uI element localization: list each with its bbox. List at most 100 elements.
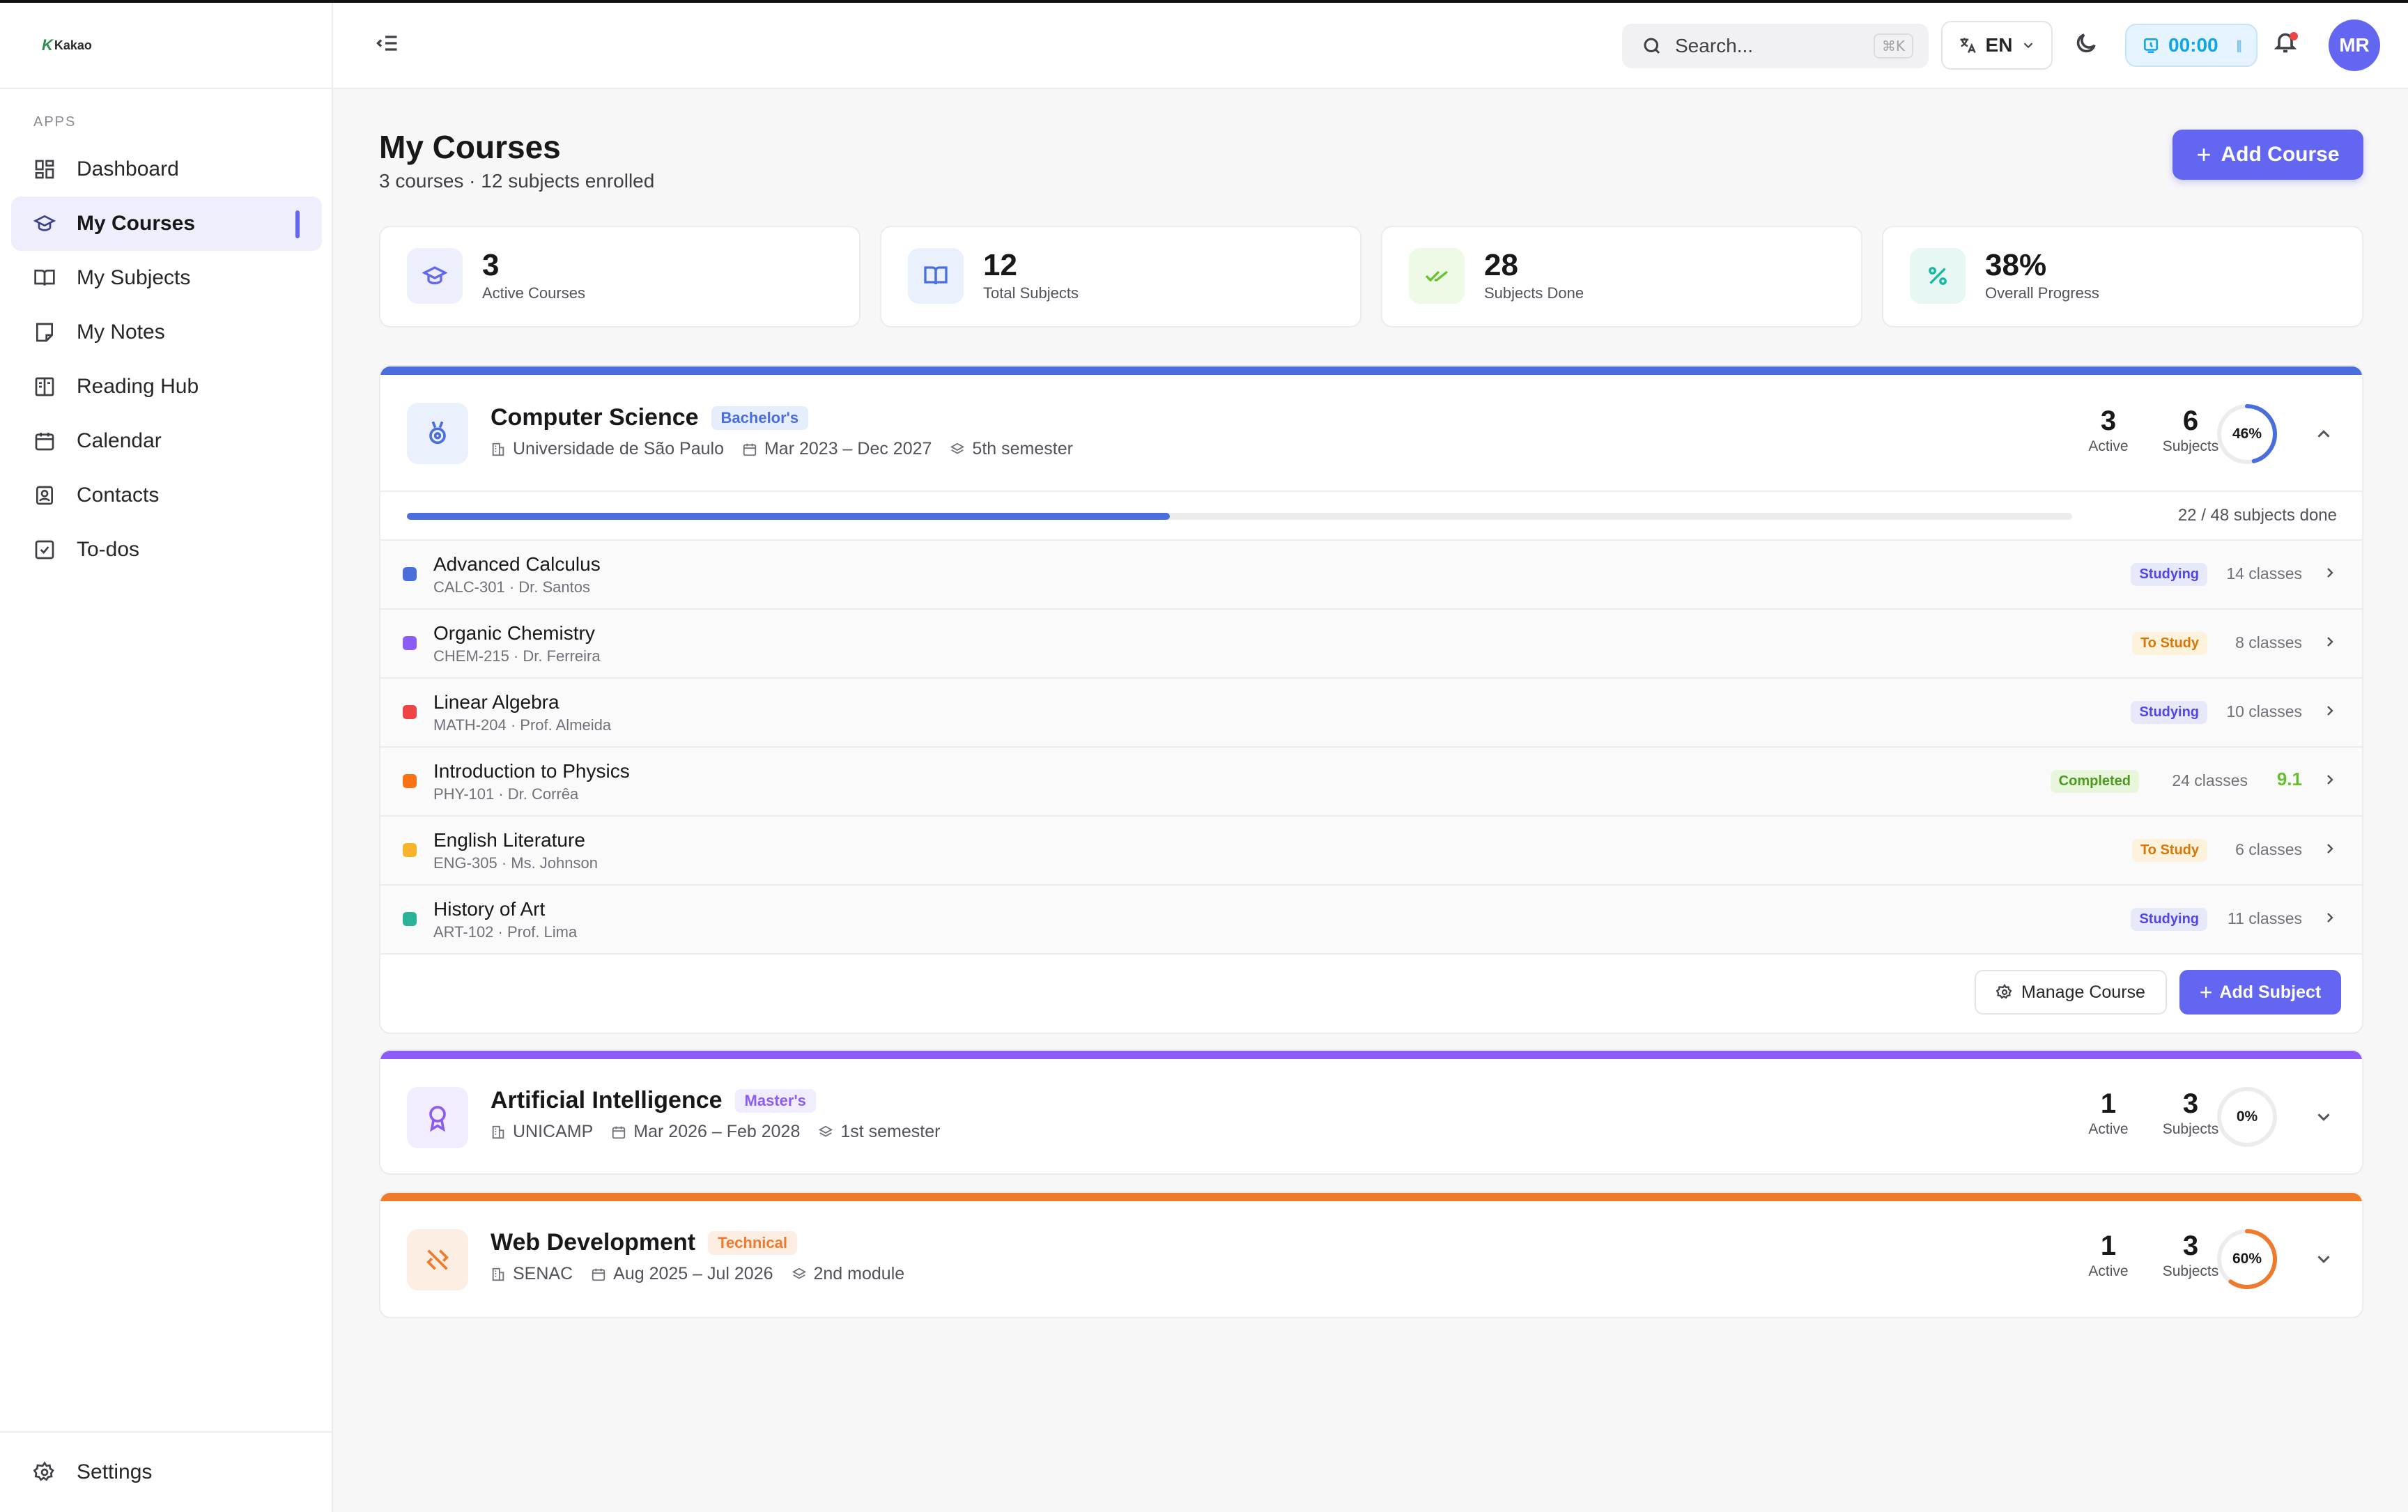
sidebar-item-my-notes[interactable]: My Notes xyxy=(11,305,322,360)
contact-book-icon xyxy=(36,486,53,505)
subjects-done-text: 22 / 48 subjects done xyxy=(2177,506,2337,525)
notifications-button[interactable] xyxy=(2273,29,2303,60)
subject-classes: 11 classes xyxy=(2228,909,2302,927)
sidebar-nav: Dashboard My Courses My Subjects My Note… xyxy=(11,142,322,577)
period-text: Mar 2023 – Dec 2027 xyxy=(764,439,932,458)
page-title: My Courses xyxy=(379,129,561,165)
progress-percent: 46% xyxy=(2232,426,2262,442)
meta-institution: UNICAMP xyxy=(491,1122,593,1142)
sidebar-item-my-courses[interactable]: My Courses xyxy=(11,196,322,251)
building-icon xyxy=(492,1267,504,1281)
stat-value: 3 xyxy=(482,248,500,282)
study-timer[interactable]: 00:00 || xyxy=(2125,24,2258,67)
sidebar-item-to-dos[interactable]: To-dos xyxy=(11,523,322,577)
add-course-button[interactable]: + Add Course xyxy=(2172,130,2363,180)
percent-icon xyxy=(1929,267,1947,285)
course-name[interactable]: Artificial Intelligence xyxy=(491,1087,723,1114)
course-meta: UNICAMP Mar 2026 – Feb 2028 1st semester xyxy=(491,1122,940,1142)
add-subject-button[interactable]: + Add Subject xyxy=(2179,970,2341,1015)
manage-course-label: Manage Course xyxy=(2021,982,2145,1002)
sidebar-item-label: My Notes xyxy=(77,321,165,344)
logo-area: K Kakao xyxy=(0,3,332,89)
subject-row[interactable]: Linear Algebra MATH-204 · Prof. Almeida St… xyxy=(380,677,2362,746)
chevron-down-icon xyxy=(2024,43,2033,49)
subject-row[interactable]: Advanced Calculus CALC-301 · Dr. Santos St… xyxy=(380,539,2362,608)
sticky-note-icon xyxy=(36,323,53,342)
app-logo[interactable]: K Kakao xyxy=(42,36,92,54)
sidebar-item-contacts[interactable]: Contacts xyxy=(11,468,322,523)
meta-term: 1st semester xyxy=(818,1122,940,1142)
subject-code: PHY-101 · Dr. Corrêa xyxy=(433,785,579,803)
meta-period: Mar 2026 – Feb 2028 xyxy=(611,1122,800,1142)
subject-color-dot xyxy=(403,636,417,650)
term-text: 2nd module xyxy=(813,1264,905,1283)
collapse-sidebar-icon xyxy=(376,36,397,51)
subject-name: Linear Algebra xyxy=(433,691,559,713)
subject-row[interactable]: History of Art ART-102 · Prof. Lima Studyi… xyxy=(380,884,2362,953)
active-label: Active xyxy=(2088,1263,2129,1279)
meta-term: 5th semester xyxy=(950,439,1073,459)
stat-icon-wrap xyxy=(1409,248,1465,304)
subject-row[interactable]: English Literature ENG-305 · Ms. Johnson T… xyxy=(380,815,2362,884)
sidebar-item-calendar[interactable]: Calendar xyxy=(11,414,322,468)
expand-course-button[interactable] xyxy=(2313,1249,2337,1272)
calendar-icon xyxy=(612,1126,626,1139)
page-subtitle: 3 courses · 12 subjects enrolled xyxy=(379,170,655,192)
subject-list: Advanced Calculus CALC-301 · Dr. Santos St… xyxy=(380,539,2362,953)
language-selector[interactable]: EN xyxy=(1941,21,2053,70)
course-name[interactable]: Web Development xyxy=(491,1229,695,1256)
sidebar-item-dashboard[interactable]: Dashboard xyxy=(11,142,322,196)
subject-row[interactable]: Introduction to Physics PHY-101 · Dr. Cor… xyxy=(380,746,2362,815)
manage-course-button[interactable]: Manage Course xyxy=(1975,970,2167,1015)
sidebar-item-settings[interactable]: Settings xyxy=(11,1445,318,1499)
subject-status-badge: Studying xyxy=(2131,701,2207,724)
subject-grade: 9.1 xyxy=(2276,769,2302,789)
medal-icon xyxy=(429,421,446,445)
stat-card-subjects-done: 28 Subjects Done xyxy=(1381,226,1862,327)
stat-label: Total Subjects xyxy=(983,284,1079,302)
subject-color-dot xyxy=(403,774,417,788)
course-progress-bar xyxy=(407,513,2072,520)
course-color-bar xyxy=(380,367,2362,375)
course-color-bar xyxy=(380,1193,2362,1201)
course-icon-wrap xyxy=(407,1087,468,1148)
meta-period: Mar 2023 – Dec 2027 xyxy=(742,439,932,459)
notification-dot xyxy=(2290,32,2298,40)
active-count: 3 Active xyxy=(2067,406,2150,455)
course-title-row: Web Development Technical xyxy=(491,1229,797,1256)
timer-value: 00:00 xyxy=(2168,34,2218,56)
dashboard-icon xyxy=(35,160,54,179)
user-avatar[interactable]: MR xyxy=(2329,20,2380,71)
building-icon xyxy=(492,1125,504,1139)
subject-name: English Literature xyxy=(433,829,585,851)
sidebar-item-label: My Courses xyxy=(77,212,196,235)
search-box[interactable]: Search... ⌘K xyxy=(1622,24,1929,68)
stat-card-overall-progress: 38% Overall Progress xyxy=(1882,226,2363,327)
active-count: 1 Active xyxy=(2067,1088,2150,1138)
meta-institution: SENAC xyxy=(491,1264,573,1284)
subject-code: ART-102 · Prof. Lima xyxy=(433,923,578,941)
subject-status-badge: To Study xyxy=(2131,839,2207,862)
subject-row[interactable]: Organic Chemistry CHEM-215 · Dr. Ferreira… xyxy=(380,608,2362,677)
active-value: 3 xyxy=(2100,406,2117,436)
expand-course-button[interactable] xyxy=(2313,1106,2337,1130)
sidebar-toggle-button[interactable] xyxy=(375,31,403,59)
search-icon xyxy=(1644,38,1660,54)
pause-icon: || xyxy=(2236,38,2242,52)
theme-toggle-button[interactable] xyxy=(2074,31,2104,61)
sidebar-item-reading-hub[interactable]: Reading Hub xyxy=(11,360,322,414)
degree-badge: Technical xyxy=(708,1231,797,1255)
subject-status-badge: Studying xyxy=(2131,563,2207,586)
sidebar-item-label: Reading Hub xyxy=(77,375,199,398)
active-value: 1 xyxy=(2100,1231,2117,1261)
subject-classes: 24 classes xyxy=(2172,771,2248,789)
add-subject-label: Add Subject xyxy=(2219,982,2322,1002)
meta-institution: Universidade de São Paulo xyxy=(491,439,724,459)
subject-name: Advanced Calculus xyxy=(433,553,601,575)
course-name[interactable]: Computer Science xyxy=(491,404,699,431)
collapse-course-button[interactable] xyxy=(2313,424,2337,447)
meta-period: Aug 2025 – Jul 2026 xyxy=(591,1264,773,1284)
period-text: Mar 2026 – Feb 2028 xyxy=(633,1122,801,1141)
calendar-icon xyxy=(592,1268,605,1281)
sidebar-item-my-subjects[interactable]: My Subjects xyxy=(11,251,322,305)
